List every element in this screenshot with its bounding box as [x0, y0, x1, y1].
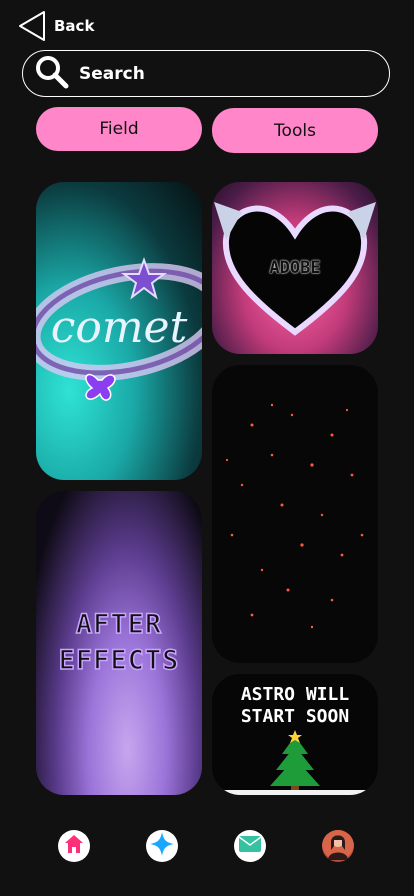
- back-button[interactable]: Back: [16, 9, 94, 43]
- filter-field-label: Field: [99, 119, 139, 139]
- filter-tools-label: Tools: [274, 120, 316, 141]
- back-label: Back: [54, 17, 95, 35]
- filter-field-button[interactable]: Field: [36, 107, 202, 151]
- card-after-line1: AFTER: [75, 608, 163, 641]
- search-label: Search: [79, 63, 145, 84]
- nav-messages-button[interactable]: [234, 830, 266, 862]
- back-arrow-icon: [16, 9, 48, 43]
- card-adobe[interactable]: ADOBE: [212, 182, 378, 354]
- search-bar[interactable]: Search: [22, 50, 390, 97]
- card-after-effects[interactable]: AFTER EFFECTS: [36, 491, 202, 795]
- search-icon: [35, 55, 69, 93]
- filter-tools-button[interactable]: Tools: [212, 108, 378, 153]
- particles-artwork: [225, 403, 364, 629]
- sparkle-icon: [149, 831, 175, 861]
- card-comet[interactable]: comet: [36, 182, 202, 480]
- card-after-line2: EFFECTS: [58, 644, 180, 677]
- card-comet-text: comet: [50, 302, 188, 353]
- profile-avatar: [322, 830, 354, 862]
- mail-icon: [238, 836, 262, 856]
- card-astro[interactable]: ASTRO WILL START SOON: [212, 674, 378, 795]
- nav-home-button[interactable]: [58, 830, 90, 862]
- card-adobe-text: ADOBE: [269, 258, 321, 278]
- christmas-tree-icon: [212, 730, 378, 795]
- nav-discover-button[interactable]: [146, 830, 178, 862]
- home-icon: [63, 833, 85, 859]
- nav-profile-button[interactable]: [322, 830, 354, 862]
- card-particles[interactable]: [212, 365, 378, 663]
